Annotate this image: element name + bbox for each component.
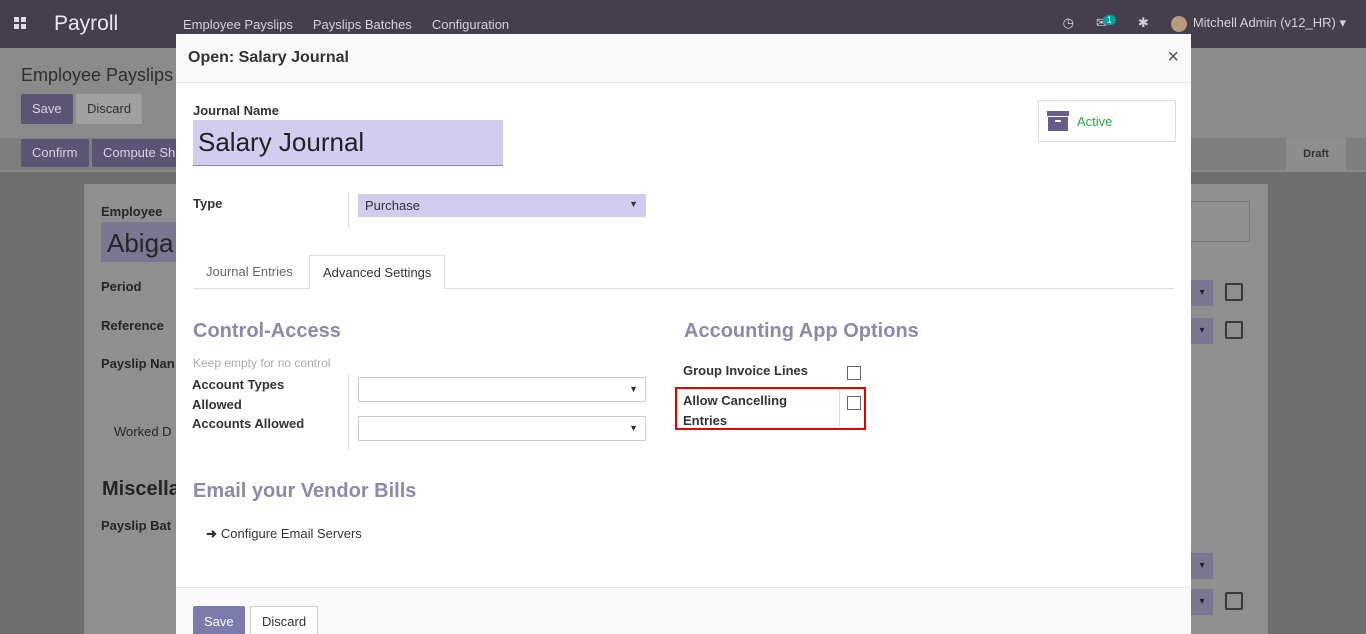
accounts-allowed-select[interactable]: ▼: [358, 416, 646, 441]
active-label: Active: [1077, 114, 1113, 129]
user-menu[interactable]: Mitchell Admin (v12_HR) ▾: [1170, 15, 1346, 32]
avatar: [1170, 15, 1187, 32]
bg-select-caret[interactable]: ▾: [1191, 553, 1213, 579]
type-select[interactable]: Purchase ▼: [358, 194, 646, 217]
tab-advanced-settings[interactable]: Advanced Settings: [309, 255, 446, 289]
journal-name-input[interactable]: Salary Journal: [193, 120, 503, 166]
discard-button[interactable]: Discard: [250, 606, 319, 634]
control-access-hint: Keep empty for no control: [193, 356, 331, 370]
dialog-header: Open: Salary Journal ×: [176, 34, 1191, 83]
type-value: Purchase: [365, 198, 420, 213]
close-icon[interactable]: ×: [1167, 46, 1179, 69]
group-invoice-lines-label: Group Invoice Lines: [683, 363, 808, 378]
account-types-allowed-select[interactable]: ▼: [358, 377, 646, 402]
type-label: Type: [193, 196, 223, 211]
bg-misc-title: Miscella: [102, 478, 180, 500]
app-name: Payroll: [54, 12, 119, 35]
account-types-label-cont: Allowed: [192, 397, 242, 412]
bg-select-caret[interactable]: ▾: [1191, 280, 1213, 306]
accounts-allowed-label: Accounts Allowed: [192, 416, 305, 431]
systray: ◷ ✉1 ✱ Mitchell Admin (v12_HR) ▾: [1063, 15, 1346, 32]
archive-icon: [1047, 111, 1069, 131]
menu-employee-payslips[interactable]: Employee Payslips: [183, 17, 293, 32]
notebook-tabs: Journal Entries Advanced Settings: [193, 255, 1174, 289]
status-draft[interactable]: Draft: [1286, 138, 1346, 170]
chat-count-badge: 1: [1102, 15, 1116, 26]
bg-period-label: Period: [101, 279, 142, 294]
bg-save-button[interactable]: Save: [21, 94, 73, 124]
highlight-box: [675, 387, 866, 430]
vendor-bills-title: Email your Vendor Bills: [193, 480, 417, 502]
tab-journal-entries[interactable]: Journal Entries: [193, 255, 306, 289]
bg-employee-field[interactable]: Abiga: [101, 222, 181, 262]
menu-payslips-batches[interactable]: Payslips Batches: [313, 17, 412, 32]
control-access-title: Control-Access: [193, 320, 341, 342]
field-separator: [348, 374, 349, 450]
bg-worked-tab[interactable]: Worked D: [114, 424, 172, 439]
active-toggle-button[interactable]: Active: [1038, 100, 1176, 142]
external-link-icon[interactable]: [1225, 321, 1243, 339]
bg-employee-label: Employee: [101, 204, 163, 219]
top-menu: Employee Payslips Payslips Batches Confi…: [183, 17, 509, 32]
bg-payslip-batch-label: Payslip Bat: [101, 518, 172, 533]
external-link-icon[interactable]: [1225, 283, 1243, 301]
confirm-button[interactable]: Confirm: [21, 139, 89, 167]
accounting-options-title: Accounting App Options: [684, 320, 919, 342]
bg-discard-button[interactable]: Discard: [76, 94, 143, 124]
bg-select-caret[interactable]: ▾: [1191, 318, 1213, 344]
configure-email-servers-link[interactable]: ➜ Configure Email Servers: [206, 526, 362, 542]
bg-payslip-name-label: Payslip Nan: [101, 356, 175, 371]
chat-icon[interactable]: ✉1: [1096, 15, 1116, 31]
account-types-label: Account Types: [192, 377, 285, 392]
field-separator: [348, 192, 349, 228]
configure-email-servers-text: Configure Email Servers: [220, 526, 362, 541]
bg-reference-label: Reference: [101, 318, 164, 333]
user-name: Mitchell Admin (v12_HR): [1192, 15, 1336, 30]
salary-journal-dialog: Open: Salary Journal × Journal Name Sala…: [176, 34, 1191, 634]
dialog-footer: Save Discard: [176, 587, 1191, 634]
arrow-right-icon: ➜: [206, 526, 217, 541]
caret-down-icon: ▼: [629, 199, 638, 209]
compute-sheet-button[interactable]: Compute Sh: [92, 139, 187, 167]
breadcrumb[interactable]: Employee Payslips: [21, 65, 173, 86]
bg-select-caret[interactable]: ▾: [1191, 589, 1213, 615]
apps-grid-icon[interactable]: [14, 17, 26, 29]
caret-down-icon: ▼: [629, 423, 638, 433]
journal-name-label: Journal Name: [193, 103, 279, 118]
clock-icon[interactable]: ◷: [1063, 15, 1074, 31]
save-button[interactable]: Save: [193, 606, 245, 634]
caret-down-icon: ▼: [629, 384, 638, 394]
bug-icon[interactable]: ✱: [1138, 15, 1149, 31]
menu-configuration[interactable]: Configuration: [432, 17, 509, 32]
dialog-title: Open: Salary Journal: [188, 49, 349, 66]
external-link-icon[interactable]: [1225, 592, 1243, 610]
group-invoice-lines-checkbox[interactable]: [847, 366, 861, 380]
